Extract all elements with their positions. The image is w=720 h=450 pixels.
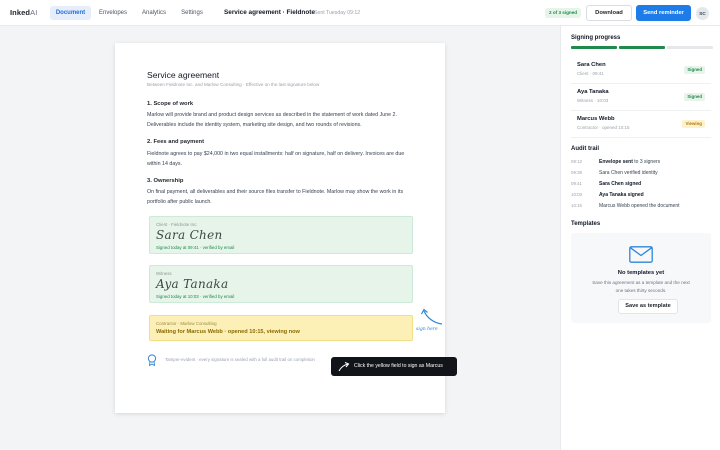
signer-status-badge: Signed [684,93,705,101]
signature-waiting-text: Waiting for Marcus Webb · opened 10:15, … [156,329,300,335]
section-heading: 2. Fees and payment [147,139,205,145]
signer-row[interactable]: Aya Tanaka Witness · 10:03 Signed [571,85,711,111]
audit-time: 09:39 [571,170,582,175]
audit-row: 09:39 Sara Chen verified identity [571,170,711,180]
audit-text: Sara Chen signed [599,181,642,187]
signature-script: Aya Tanaka [156,277,229,291]
templates-empty-body: Save this agreement as a template and th… [592,280,690,293]
tamper-evident-note: Tamper-evident · every signature is seal… [165,357,315,362]
sign-here-note: sign here [416,327,438,332]
sent-timestamp: Sent Tuesday 09:12 [314,9,361,16]
signer-role: Client · 09:41 [577,71,604,76]
progress-segment [571,46,617,49]
signature-field-witness: Witness Aya Tanaka Signed today at 10:03… [149,265,413,303]
section-heading: 1. Scope of work [147,101,194,107]
signer-status-badge: Signed [684,66,705,74]
section-body: Marlow will provide brand and product de… [147,112,397,128]
tab-document[interactable]: Document [50,6,91,20]
download-button[interactable]: Download [586,5,632,21]
status-badge: 2 of 3 signed [545,8,582,18]
tab-analytics[interactable]: Analytics [137,6,171,20]
signature-meta: Signed today at 10:03 · verified by emai… [156,294,235,299]
arrow-icon [420,308,443,325]
envelope-icon [629,246,653,263]
audit-row: 09:12 Envelope sent to 3 signers [571,159,711,169]
signer-name: Aya Tanaka [577,89,609,95]
signer-name: Sara Chen [577,62,606,68]
audit-text: Envelope sent to 3 signers [599,159,661,165]
document-title: Service agreement · Fieldnote [224,9,315,16]
page-title: Service agreement [147,70,220,80]
audit-row: 10:03 Aya Tanaka signed [571,192,711,202]
signer-role: Witness · 10:03 [577,98,609,103]
audit-trail-heading: Audit trail [571,146,599,152]
audit-time: 10:15 [571,203,582,208]
pointer-arrow-icon [338,361,350,372]
signer-role: Contractor · opened 10:15 [577,125,630,130]
audit-row: 10:15 Marcus Webb opened the document [571,203,711,213]
templates-heading: Templates [571,221,601,227]
section-body: On final payment, all deliverables and t… [147,189,404,205]
hint-toast: Click the yellow field to sign as Marcus [331,357,457,376]
signer-status-badge: Viewing [682,120,705,128]
save-as-template-button[interactable]: Save as template [618,299,678,314]
hint-toast-text: Click the yellow field to sign as Marcus [354,363,443,369]
signer-row[interactable]: Sara Chen Client · 09:41 Signed [571,58,711,84]
audit-time: 09:12 [571,159,582,164]
signature-role: Witness [156,271,172,276]
audit-text: Aya Tanaka signed [599,192,644,198]
templates-empty-state: No templates yet Save this agreement as … [571,233,711,323]
signature-role: Contractor · Marlow Consulting [156,321,217,326]
signature-script: Sara Chen [156,228,223,242]
progress-segment [619,46,665,49]
tab-settings[interactable]: Settings [176,6,208,20]
audit-text: Sara Chen verified identity [599,170,658,176]
app-logo[interactable]: InkedAI [10,8,37,17]
section-body: Fieldnote agrees to pay $24,000 in two e… [147,151,405,167]
audit-row: 09:41 Sara Chen signed [571,181,711,191]
send-reminder-button[interactable]: Send reminder [636,5,691,21]
templates-empty-title: No templates yet [617,270,665,276]
top-bar: InkedAI Document Envelopes Analytics Set… [0,0,720,26]
right-panel: Signing progress Sara Chen Client · 09:4… [560,26,720,450]
seal-icon [147,354,157,366]
section-heading: 3. Ownership [147,178,184,184]
signer-row[interactable]: Marcus Webb Contractor · opened 10:15 Vi… [571,112,711,138]
audit-time: 10:03 [571,192,582,197]
audit-text: Marcus Webb opened the document [599,203,680,209]
signing-progress-heading: Signing progress [571,35,621,41]
audit-time: 09:41 [571,181,582,186]
signature-role: Client · Fieldnote Inc. [156,222,198,227]
signature-field-client: Client · Fieldnote Inc. Sara Chen Signed… [149,216,413,254]
tab-envelopes[interactable]: Envelopes [95,6,131,20]
signature-meta: Signed today at 09:41 · verified by emai… [156,245,235,250]
progress-segment [667,46,713,49]
avatar[interactable]: SC [696,7,709,20]
signature-field-contractor[interactable]: Contractor · Marlow Consulting Waiting f… [149,315,413,341]
page-subtitle: Between Fieldnote Inc. and Marlow Consul… [147,82,320,87]
signer-name: Marcus Webb [577,116,615,122]
